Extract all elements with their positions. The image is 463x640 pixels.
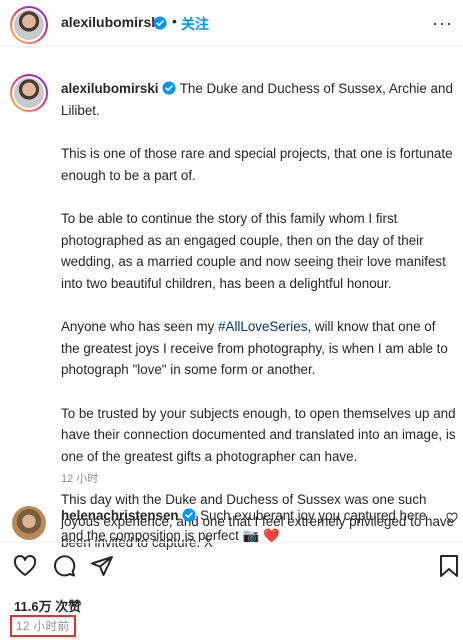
follow-button[interactable]: 关注 xyxy=(181,14,209,34)
caption-avatar[interactable] xyxy=(10,74,48,112)
hashtag-link[interactable]: #AllLoveSeries xyxy=(218,319,307,334)
commenter-username[interactable]: helenachristensen xyxy=(61,508,179,523)
like-count[interactable]: 11.6万 次赞 xyxy=(14,596,81,615)
caption-paragraph-2: This is one of those rare and special pr… xyxy=(61,146,453,183)
caption-paragraph-4: Anyone who has seen my #AllLoveSeries, w… xyxy=(61,316,456,381)
header-avatar[interactable] xyxy=(10,6,48,44)
header-username[interactable]: alexilubomirski xyxy=(61,14,163,30)
caption: alexilubomirski The Duke and Duchess of … xyxy=(61,78,456,576)
comment-like-icon[interactable] xyxy=(446,512,458,524)
caption-username[interactable]: alexilubomirski xyxy=(61,81,159,96)
post-timestamp: 12 小时前 xyxy=(10,615,76,637)
caption-text: Anyone who has seen my xyxy=(61,319,219,334)
more-options-icon[interactable]: ··· xyxy=(432,13,453,34)
comment: helenachristensen Such exuberant joy you… xyxy=(61,506,436,546)
caption-timestamp: 12 小时 xyxy=(61,473,99,485)
separator-dot: • xyxy=(172,13,177,29)
comment-emojis: 📷 ❤️ xyxy=(242,528,280,543)
caption-paragraph-1: alexilubomirski The Duke and Duchess of … xyxy=(61,78,456,121)
verified-badge-icon xyxy=(153,16,167,30)
caption-paragraph-5: To be trusted by your subjects enough, t… xyxy=(61,405,456,464)
verified-badge-icon xyxy=(182,508,196,522)
post-header: alexilubomirski • 关注 ··· xyxy=(0,0,463,47)
commenter-avatar[interactable] xyxy=(12,506,46,540)
heart-icon[interactable] xyxy=(13,554,37,578)
bookmark-icon[interactable] xyxy=(438,554,460,578)
comment-icon[interactable] xyxy=(52,554,76,578)
divider xyxy=(0,542,463,543)
caption-paragraph-3: To be able to continue the story of this… xyxy=(61,211,446,291)
verified-badge-icon xyxy=(162,81,176,95)
share-icon[interactable] xyxy=(90,554,114,578)
